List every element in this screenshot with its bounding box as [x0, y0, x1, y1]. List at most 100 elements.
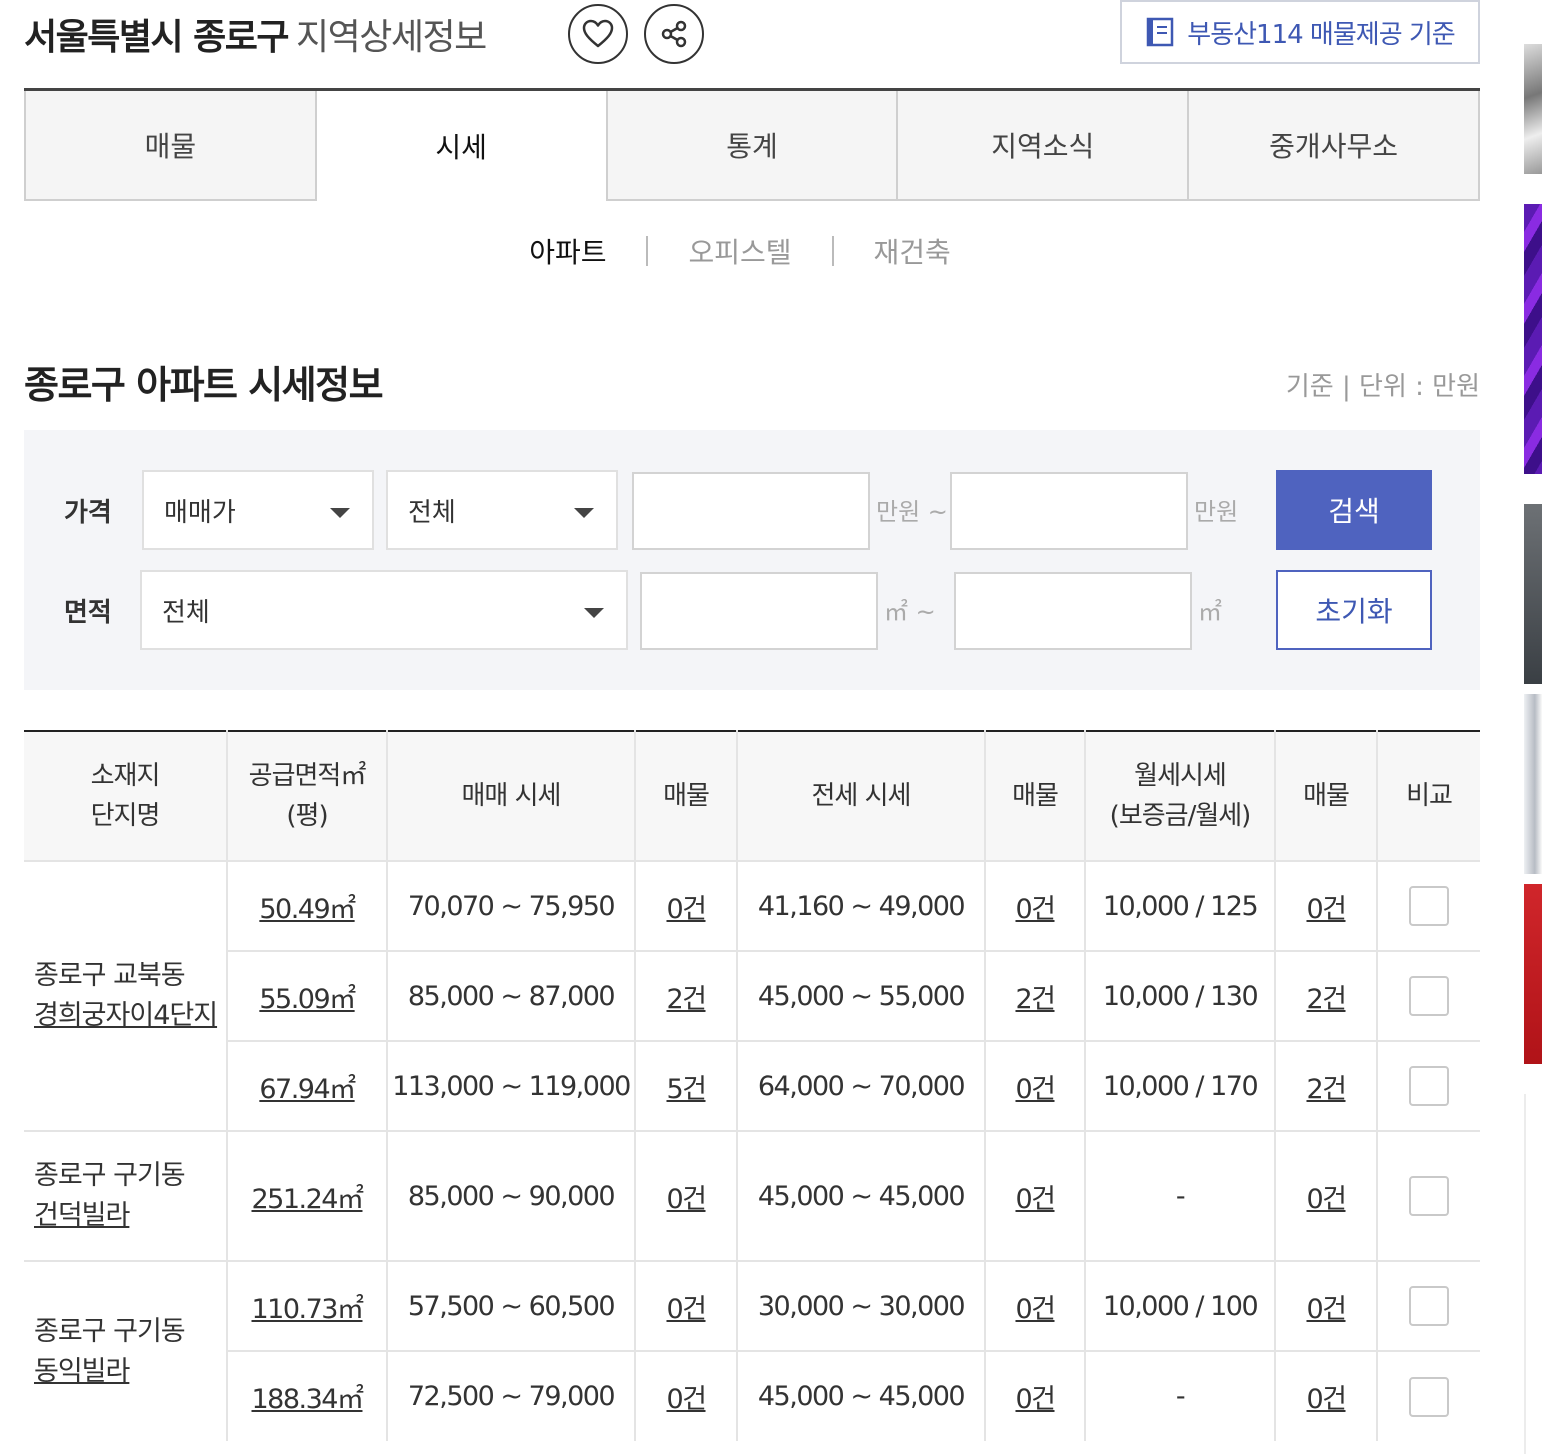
tab-brokers[interactable]: 중개사무소: [1189, 91, 1480, 201]
compare-checkbox[interactable]: [1409, 1376, 1449, 1417]
ad-thumbnail[interactable]: [1524, 1094, 1542, 1454]
location-cell: 종로구 교북동 경희궁자이4단지: [24, 860, 227, 1131]
ad-thumbnail[interactable]: [1524, 694, 1542, 874]
favorite-button[interactable]: [568, 4, 628, 64]
chevron-down-icon: [330, 508, 350, 518]
sale-count-link[interactable]: 0건: [666, 894, 707, 925]
header-area: 공급면적㎡ (평): [226, 731, 387, 861]
search-button[interactable]: 검색: [1276, 470, 1432, 550]
sale-count-link[interactable]: 5건: [666, 1074, 707, 1105]
jeonse-price: 45,000 ~ 45,000: [736, 1130, 985, 1261]
price-label: 가격: [64, 498, 112, 528]
ad-thumbnail[interactable]: [1524, 204, 1542, 474]
jeonse-count-link[interactable]: 0건: [1015, 894, 1056, 925]
ad-thumbnail[interactable]: [1524, 884, 1542, 1064]
filter-panel: 가격 매매가 전체 만원 ~ 만원 검색 면적 전체 ㎡ ~ ㎡ 초기화: [24, 430, 1480, 690]
price-type-value: 매매가: [164, 497, 236, 528]
min-price-input[interactable]: [632, 472, 870, 550]
complex-link[interactable]: 동익빌라: [34, 1356, 130, 1387]
chevron-down-icon: [584, 608, 604, 618]
price-type-select[interactable]: 매매가: [142, 470, 374, 550]
monthly-count-link[interactable]: 0건: [1306, 1184, 1347, 1215]
complex-link[interactable]: 건덕빌라: [34, 1200, 130, 1231]
monthly-count-link[interactable]: 0건: [1306, 1384, 1347, 1415]
compare-checkbox[interactable]: [1409, 976, 1449, 1016]
source-info-button[interactable]: 부동산114 매물제공 기준: [1120, 0, 1480, 64]
jeonse-price: 30,000 ~ 30,000: [736, 1260, 985, 1351]
min-area-input[interactable]: [640, 572, 878, 650]
district-name: 종로구 구기동: [34, 1315, 186, 1347]
compare-checkbox[interactable]: [1409, 886, 1449, 926]
area-label: 면적: [64, 598, 112, 628]
compare-checkbox[interactable]: [1409, 1176, 1449, 1216]
header-compare: 비교: [1376, 731, 1480, 861]
sale-price: 85,000 ~ 90,000: [386, 1130, 635, 1261]
table-row: 종로구 구기동 건덕빌라 251.24㎡ 85,000 ~ 90,000 0건 …: [24, 1130, 1480, 1261]
area-link[interactable]: 188.34㎡: [252, 1384, 364, 1415]
subtab-reconstruction[interactable]: 재건축: [834, 231, 991, 271]
area-link[interactable]: 251.24㎡: [252, 1184, 364, 1215]
area-link[interactable]: 50.49㎡: [259, 894, 356, 925]
jeonse-count-link[interactable]: 2건: [1015, 984, 1056, 1015]
tab-market-price[interactable]: 시세: [316, 91, 608, 201]
area-link[interactable]: 110.73㎡: [252, 1294, 364, 1325]
monthly-price: 10,000 / 130: [1084, 950, 1275, 1041]
sale-count-link[interactable]: 0건: [666, 1184, 707, 1215]
compare-checkbox[interactable]: [1409, 1066, 1449, 1106]
share-icon: [661, 20, 687, 48]
subtab-officetel[interactable]: 오피스텔: [648, 231, 831, 271]
subtab-apartment[interactable]: 아파트: [489, 231, 646, 271]
tab-statistics[interactable]: 통계: [607, 91, 899, 201]
monthly-price: 10,000 / 125: [1084, 860, 1275, 951]
sale-price: 85,000 ~ 87,000: [386, 950, 635, 1041]
compare-checkbox[interactable]: [1409, 1286, 1449, 1326]
unit-manwon-tilde: 만원 ~: [876, 498, 948, 526]
complex-link[interactable]: 경희궁자이4단지: [34, 1000, 218, 1031]
tab-local-news[interactable]: 지역소식: [898, 91, 1190, 201]
sale-count-link[interactable]: 0건: [666, 1384, 707, 1415]
monthly-count-link[interactable]: 2건: [1306, 1074, 1347, 1105]
unit-manwon: 만원: [1194, 498, 1239, 526]
sale-price: 70,070 ~ 75,950: [386, 860, 635, 951]
max-area-input[interactable]: [954, 572, 1192, 650]
header-sale-listings: 매물: [634, 731, 737, 861]
location-cell: 종로구 구기동 건덕빌라: [24, 1130, 227, 1261]
chevron-down-icon: [574, 508, 594, 518]
monthly-count-link[interactable]: 2건: [1306, 984, 1347, 1015]
sale-count-link[interactable]: 0건: [666, 1294, 707, 1325]
area-link[interactable]: 67.94㎡: [259, 1074, 356, 1105]
area-range-select[interactable]: 전체: [140, 570, 628, 650]
header-monthly-listings: 매물: [1274, 731, 1377, 861]
page-title-sub: 지역상세정보: [296, 17, 487, 58]
jeonse-count-link[interactable]: 0건: [1015, 1384, 1056, 1415]
header-jeonse-listings: 매물: [984, 731, 1085, 861]
monthly-price: 10,000 / 100: [1084, 1260, 1275, 1351]
price-table: 소재지 단지명 공급면적㎡ (평) 매매 시세 매물 전세 시세 매물 월세시세 (보…: [24, 730, 1480, 1441]
monthly-price: -: [1084, 1130, 1275, 1261]
ad-thumbnail[interactable]: [1524, 44, 1542, 174]
jeonse-price: 45,000 ~ 45,000: [736, 1350, 985, 1441]
sale-price: 113,000 ~ 119,000: [386, 1040, 635, 1131]
monthly-count-link[interactable]: 0건: [1306, 1294, 1347, 1325]
jeonse-count-link[interactable]: 0건: [1015, 1294, 1056, 1325]
source-info-label: 부동산114 매물제공 기준: [1187, 19, 1455, 50]
table-row: 67.94㎡ 113,000 ~ 119,000 5건 64,000 ~ 70,…: [24, 1040, 1480, 1131]
jeonse-price: 45,000 ~ 55,000: [736, 950, 985, 1041]
sale-price: 57,500 ~ 60,500: [386, 1260, 635, 1351]
share-button[interactable]: [644, 4, 704, 64]
monthly-price: 10,000 / 170: [1084, 1040, 1275, 1131]
area-link[interactable]: 55.09㎡: [259, 984, 356, 1015]
jeonse-count-link[interactable]: 0건: [1015, 1184, 1056, 1215]
area-range-value: 전체: [162, 597, 210, 628]
ad-thumbnail[interactable]: [1524, 504, 1542, 684]
sale-count-link[interactable]: 2건: [666, 984, 707, 1015]
jeonse-count-link[interactable]: 0건: [1015, 1074, 1056, 1105]
tab-listings[interactable]: 매물: [24, 91, 317, 201]
jeonse-price: 64,000 ~ 70,000: [736, 1040, 985, 1131]
reset-button[interactable]: 초기화: [1276, 570, 1432, 650]
price-range-select[interactable]: 전체: [386, 470, 618, 550]
monthly-count-link[interactable]: 0건: [1306, 894, 1347, 925]
location-cell: 종로구 구기동 동익빌라: [24, 1260, 227, 1441]
max-price-input[interactable]: [950, 472, 1188, 550]
header-sale-price: 매매 시세: [386, 731, 635, 861]
